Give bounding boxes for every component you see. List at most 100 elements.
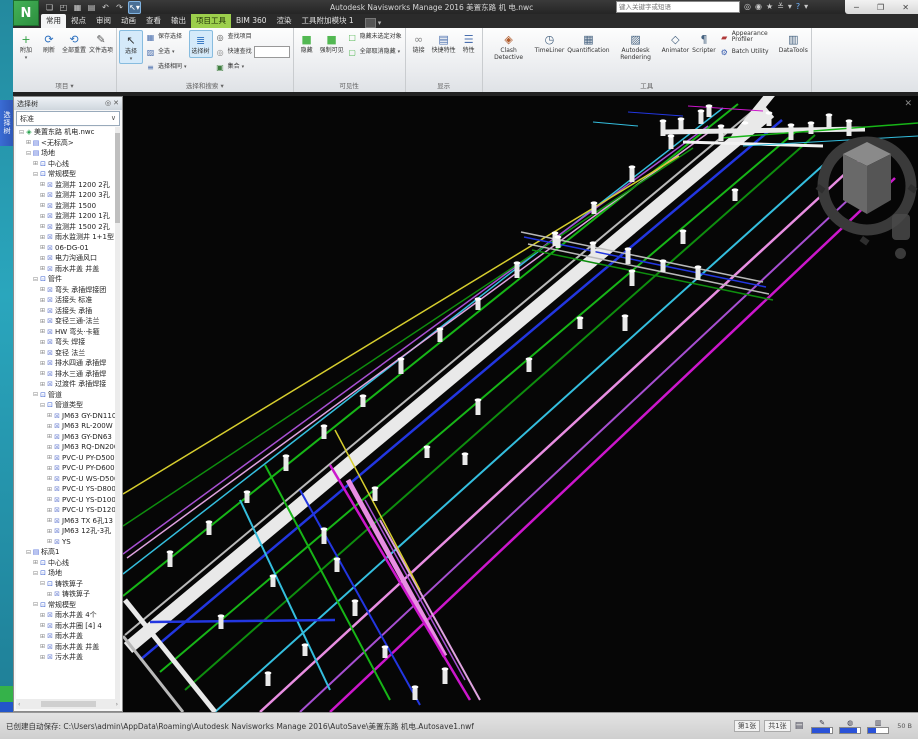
- expand-icon[interactable]: ⊞: [46, 444, 53, 451]
- manhole[interactable]: [742, 121, 749, 134]
- pipe-magenta[interactable]: [330, 178, 895, 712]
- manhole[interactable]: [678, 117, 685, 130]
- manhole[interactable]: [462, 452, 469, 465]
- hide-unselected-button[interactable]: □隐藏未选定对象: [346, 30, 403, 44]
- viewport-close-icon[interactable]: ✕: [904, 99, 912, 109]
- expand-icon[interactable]: ⊞: [46, 412, 53, 419]
- tree-item[interactable]: ⊞⊠过渡件 承插焊接: [16, 379, 120, 390]
- tree-item[interactable]: ⊞⊠雨水监测井 1+1型: [16, 232, 120, 243]
- tree-item[interactable]: ⊞⊠雨水井圈 [4] 4: [16, 621, 120, 632]
- tree-item[interactable]: ⊞⊠监测井 1500 2孔: [16, 222, 120, 233]
- tree-item[interactable]: ⊞⊠雨水井盖 井盖: [16, 642, 120, 653]
- expand-icon[interactable]: ⊞: [39, 307, 46, 314]
- pipe-cyan[interactable]: [240, 500, 330, 690]
- pipe-violet[interactable]: [123, 126, 708, 554]
- pipe-green_dark[interactable]: [123, 148, 693, 526]
- manhole[interactable]: [698, 109, 705, 124]
- tree-item[interactable]: ⊞⊠YS: [16, 537, 120, 548]
- tab-项目工具[interactable]: 项目工具: [191, 14, 231, 28]
- manhole[interactable]: [732, 188, 739, 201]
- manhole[interactable]: [206, 520, 213, 535]
- expand-icon[interactable]: ⊞: [46, 433, 53, 440]
- expand-icon[interactable]: ⊞: [39, 633, 46, 640]
- expand-icon[interactable]: ⊞: [39, 223, 46, 230]
- expand-icon[interactable]: ⊞: [39, 244, 46, 251]
- expand-icon[interactable]: ⊞: [39, 328, 46, 335]
- pin-icon[interactable]: ◎: [105, 99, 111, 108]
- expand-icon[interactable]: ⊞: [39, 297, 46, 304]
- timeliner-button[interactable]: ◷TimeLiner: [534, 30, 566, 56]
- tree-item[interactable]: ⊟⊡场地: [16, 568, 120, 579]
- tree-item[interactable]: ⊞⊠06-DG-01: [16, 243, 120, 254]
- tree-item[interactable]: ⊟⊡铸铁箅子: [16, 579, 120, 590]
- manhole[interactable]: [826, 113, 833, 128]
- tree-item[interactable]: ⊟⊡常规模型: [16, 169, 120, 180]
- expand-icon[interactable]: ⊞: [46, 423, 53, 430]
- tree-item[interactable]: ⊞⊠监测井 1200 2孔: [16, 180, 120, 191]
- require-button[interactable]: ■强制可见: [319, 30, 345, 56]
- expand-icon[interactable]: ⊞: [39, 349, 46, 356]
- manhole[interactable]: [680, 229, 687, 244]
- tree-item[interactable]: ⊞⊠活接头 承插: [16, 306, 120, 317]
- tree-item[interactable]: ⊞⊠雨水井盖 4个: [16, 610, 120, 621]
- select-button[interactable]: ↖选择▾: [119, 30, 143, 64]
- tree-item[interactable]: ⊞⊠变径 法兰: [16, 348, 120, 359]
- pipe-blue[interactable]: [628, 112, 683, 116]
- tree-item[interactable]: ⊞⊠污水井盖: [16, 652, 120, 663]
- expand-icon[interactable]: ⊞: [39, 381, 46, 388]
- select-same-dropdown-icon[interactable]: ▾: [184, 64, 187, 70]
- expand-icon[interactable]: ⊞: [39, 654, 46, 661]
- tree-item[interactable]: ⊟⊡管道类型: [16, 400, 120, 411]
- panel-close-icon[interactable]: ✕: [113, 99, 119, 108]
- expand-icon[interactable]: ⊟: [18, 129, 25, 136]
- manhole[interactable]: [514, 261, 521, 278]
- reset-all-button[interactable]: ⟲全部重置: [61, 30, 87, 56]
- manhole[interactable]: [766, 111, 773, 126]
- expand-icon[interactable]: ⊟: [39, 402, 46, 409]
- a360-download-icon[interactable]: ≚: [777, 2, 784, 12]
- tree-item[interactable]: ⊞⊠弯头 焊接: [16, 337, 120, 348]
- unhide-all-button[interactable]: ▢全部取消隐藏▾: [346, 45, 403, 59]
- tree-item[interactable]: ⊟◈美置东路 机电.nwc: [16, 127, 120, 138]
- refresh-button[interactable]: ⟳刷新: [38, 30, 60, 56]
- pipe-road[interactable]: [128, 112, 770, 648]
- help-icon[interactable]: ?: [796, 2, 800, 12]
- expand-icon[interactable]: ⊞: [46, 517, 53, 524]
- batch-utility-button[interactable]: ⚙Batch Utility: [718, 45, 777, 59]
- print-icon[interactable]: ▤: [86, 2, 97, 13]
- pipe-cyan[interactable]: [215, 150, 840, 712]
- expand-icon[interactable]: ⊞: [39, 622, 46, 629]
- tree-item[interactable]: ⊞▤<无标高>: [16, 138, 120, 149]
- tree-item[interactable]: ⊟⊡常规模型: [16, 600, 120, 611]
- expand-icon[interactable]: ⊞: [39, 339, 46, 346]
- manhole[interactable]: [334, 557, 341, 572]
- minimize-button[interactable]: ─: [854, 3, 859, 12]
- 3d-scene[interactable]: [123, 96, 918, 712]
- manhole[interactable]: [167, 550, 174, 567]
- expand-icon[interactable]: ⊞: [39, 612, 46, 619]
- tree-item[interactable]: ⊞⊠铸铁箅子: [16, 589, 120, 600]
- tree-item[interactable]: ⊟⊡管道: [16, 390, 120, 401]
- tree-vertical-scrollbar[interactable]: [115, 127, 120, 699]
- expand-icon[interactable]: ⊞: [32, 160, 39, 167]
- new-file-icon[interactable]: ❏: [44, 2, 55, 13]
- manhole[interactable]: [265, 671, 272, 686]
- pipe-pink_light[interactable]: [380, 520, 480, 700]
- manhole[interactable]: [590, 241, 597, 256]
- tree-horizontal-scrollbar[interactable]: ‹ ›: [16, 699, 120, 709]
- tree-item[interactable]: ⊞⊠排水三通 承插焊: [16, 369, 120, 380]
- animator-button[interactable]: ◇Animator: [661, 30, 691, 56]
- expand-icon[interactable]: ⊟: [25, 150, 32, 157]
- pipe-violet[interactable]: [365, 500, 465, 680]
- unhide-all-dropdown-icon[interactable]: ▾: [398, 49, 401, 55]
- pipe-blue[interactable]: [150, 620, 335, 622]
- expand-icon[interactable]: ⊟: [32, 391, 39, 398]
- navigation-bar-handle[interactable]: [892, 214, 910, 240]
- manhole[interactable]: [846, 119, 853, 136]
- append-dropdown-icon[interactable]: ▾: [25, 55, 28, 61]
- scroll-left-icon[interactable]: ‹: [18, 701, 20, 708]
- tree-item[interactable]: ⊞⊠JM63 TX 6孔13: [16, 516, 120, 527]
- manhole[interactable]: [321, 424, 328, 439]
- help-dropdown-icon[interactable]: ▾: [804, 2, 808, 12]
- expand-icon[interactable]: ⊞: [25, 139, 32, 146]
